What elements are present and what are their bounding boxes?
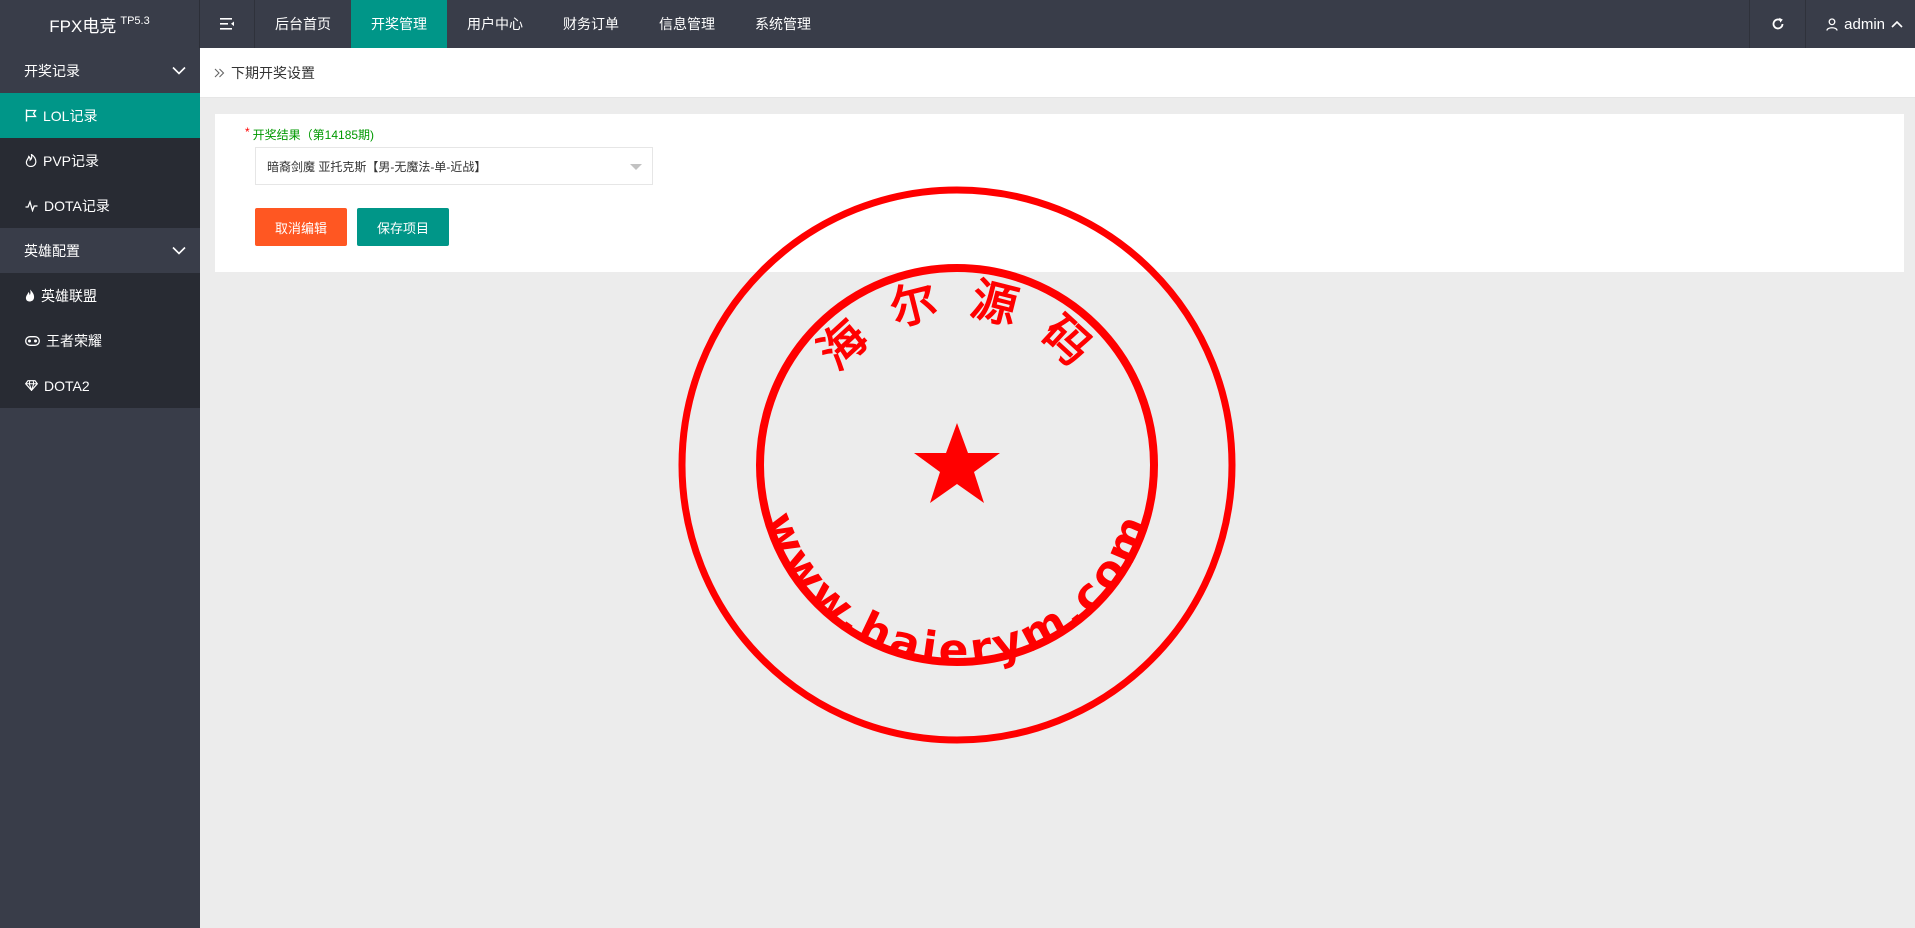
chevron-down-icon: [172, 246, 186, 255]
chevron-up-icon: [1891, 20, 1903, 28]
sidebar-item-label: DOTA2: [44, 377, 90, 394]
top-right-tools: admin: [1749, 0, 1915, 48]
cancel-edit-button[interactable]: 取消编辑: [255, 208, 347, 246]
diamond-icon: [25, 380, 38, 391]
flag-icon: [25, 109, 37, 122]
nav-home[interactable]: 后台首页: [255, 0, 351, 48]
app-logo: FPX电竞 TP5.3: [0, 0, 200, 48]
user-icon: [1826, 17, 1838, 31]
nav-info-manage[interactable]: 信息管理: [639, 0, 735, 48]
sidebar-item-label: 英雄联盟: [41, 287, 97, 304]
breadcrumb: 下期开奖设置: [200, 48, 1915, 98]
sidebar-item-label: 王者荣耀: [46, 332, 102, 349]
top-nav: 后台首页 开奖管理 用户中心 财务订单 信息管理 系统管理: [255, 0, 831, 48]
sidebar-group-lottery-records[interactable]: 开奖记录: [0, 48, 200, 93]
logo-version: TP5.3: [120, 15, 150, 27]
page-title: 下期开奖设置: [231, 64, 315, 81]
fire-icon: [25, 154, 37, 167]
refresh-button[interactable]: [1749, 0, 1807, 48]
select-value: 暗裔剑魔 亚托克斯【男-无魔法-单-近战】: [267, 159, 487, 174]
sidebar-item-label: PVP记录: [43, 152, 100, 169]
field-label: * 开奖结果（第14185期): [245, 125, 375, 143]
sidebar-group-label: 开奖记录: [24, 62, 80, 79]
sidebar-item-honor-of-kings[interactable]: 王者荣耀: [0, 318, 200, 363]
seal-inner-ring: [756, 264, 1158, 666]
menu-fold-icon: [220, 18, 234, 30]
sidebar-item-label: DOTA记录: [44, 197, 110, 214]
sidebar-item-lol-records[interactable]: LOL记录: [0, 93, 200, 138]
lottery-result-select[interactable]: 暗裔剑魔 亚托克斯【男-无魔法-单-近战】: [255, 147, 653, 185]
menu-toggle-button[interactable]: [200, 0, 255, 48]
caret-down-icon: [630, 164, 642, 170]
seal-top-textpath: 海 尔 源 码: [808, 271, 1101, 379]
pulse-icon: [25, 199, 38, 212]
sidebar-item-label: LOL记录: [43, 107, 98, 124]
save-item-button[interactable]: 保存项目: [357, 208, 449, 246]
nav-lottery-manage[interactable]: 开奖管理: [351, 0, 447, 48]
gamepad-icon: [25, 335, 40, 346]
seal-bottom-text: www.haierym.com: [753, 505, 1161, 676]
refresh-icon: [1772, 17, 1784, 30]
sidebar-item-pvp-records[interactable]: PVP记录: [0, 138, 200, 183]
star-icon: [914, 423, 1000, 503]
user-name: admin: [1844, 15, 1885, 33]
sidebar-group-hero-config[interactable]: 英雄配置: [0, 228, 200, 273]
sidebar-submenu-lottery: LOL记录 PVP记录 DOTA记录: [0, 93, 200, 228]
seal-outer-ring: [678, 186, 1236, 744]
sidebar-item-dota-records[interactable]: DOTA记录: [0, 183, 200, 228]
sidebar-item-league-of-legends[interactable]: 英雄联盟: [0, 273, 200, 318]
seal-bottom-textpath: www.haierym.com: [753, 505, 1157, 676]
flame-icon: [25, 289, 35, 302]
nav-system-manage[interactable]: 系统管理: [735, 0, 831, 48]
sidebar-submenu-hero: 英雄联盟 王者荣耀 DOTA2: [0, 273, 200, 408]
form-card: * 开奖结果（第14185期) 暗裔剑魔 亚托克斯【男-无魔法-单-近战】 取消编…: [215, 114, 1904, 272]
user-menu[interactable]: admin: [1806, 0, 1915, 48]
top-header: FPX电竞 TP5.3 后台首页 开奖管理 用户中心 财务订单 信息管理 系统管理: [0, 0, 1915, 48]
logo-text: FPX电竞: [49, 16, 117, 36]
sidebar: 开奖记录 LOL记录 PVP记录 DOTA记录 英雄配置 英雄联盟 王者荣耀 D…: [0, 48, 200, 928]
double-chevron-right-icon: [214, 68, 225, 77]
field-label-text: 开奖结果（第14185期): [252, 128, 375, 142]
nav-finance-orders[interactable]: 财务订单: [543, 0, 639, 48]
required-mark: *: [245, 125, 250, 139]
sidebar-group-label: 英雄配置: [24, 242, 80, 259]
nav-user-center[interactable]: 用户中心: [447, 0, 543, 48]
chevron-down-icon: [172, 66, 186, 75]
sidebar-item-dota2[interactable]: DOTA2: [0, 363, 200, 408]
seal-top-text: 海 尔 源 码: [808, 271, 1107, 379]
